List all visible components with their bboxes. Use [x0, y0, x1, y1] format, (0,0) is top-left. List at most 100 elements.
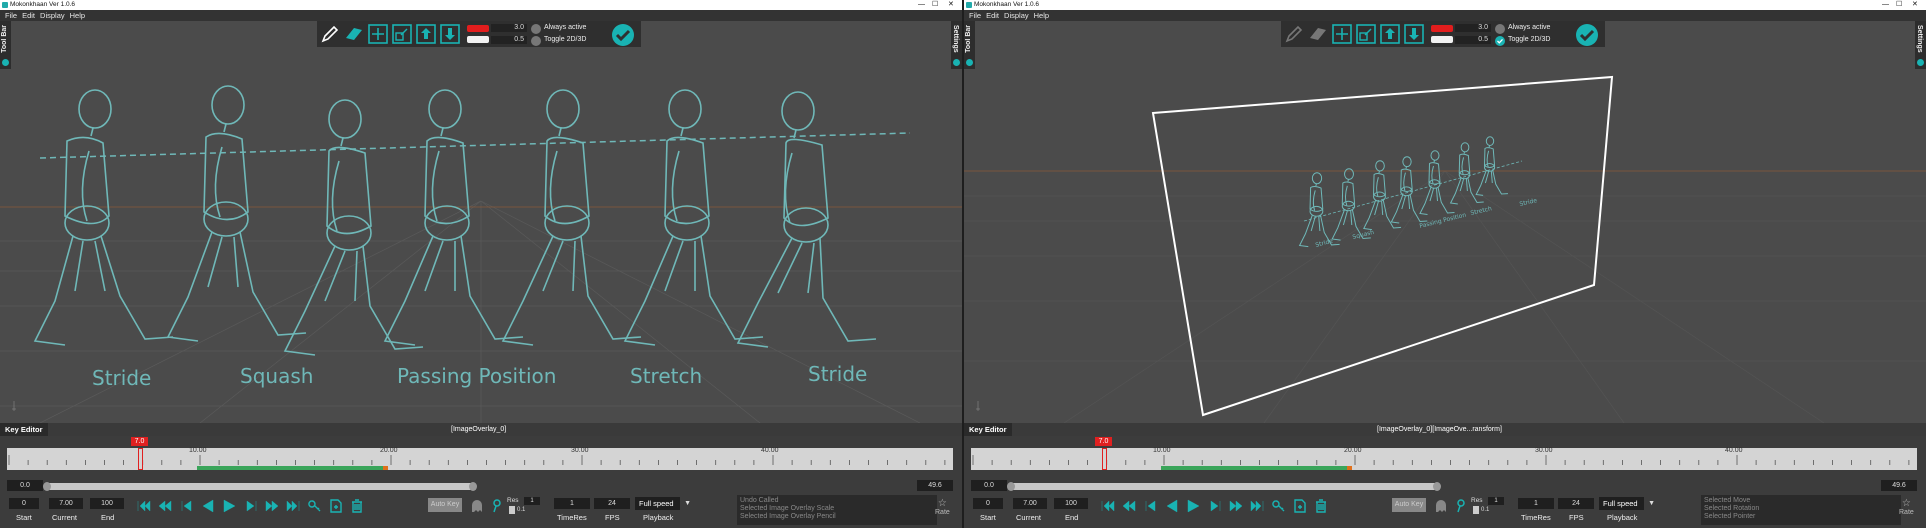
eraser-icon[interactable] [344, 24, 364, 44]
settings-side-tab[interactable]: Settings [951, 21, 962, 69]
key-editor-tab[interactable]: Key Editor [0, 423, 48, 436]
export-icon[interactable] [440, 24, 460, 44]
check-icon[interactable] [1575, 23, 1599, 47]
move-icon[interactable] [1332, 24, 1352, 44]
delete-icon[interactable] [1313, 498, 1329, 514]
next-key-icon[interactable] [264, 498, 280, 514]
res-stepper[interactable] [1473, 506, 1479, 514]
ghost-icon[interactable] [469, 498, 485, 514]
add-key-icon[interactable] [1292, 498, 1308, 514]
pin-icon[interactable] [966, 59, 973, 66]
key-icon[interactable] [306, 498, 322, 514]
view-range-slider[interactable] [1007, 482, 1441, 491]
range-start-field[interactable]: 0.0 [7, 480, 43, 491]
toggle-2d3d-checked-icon[interactable] [1495, 36, 1505, 46]
play-reverse-icon[interactable] [1164, 498, 1180, 514]
eraser-icon[interactable] [1308, 24, 1328, 44]
maximize-button[interactable]: ☐ [1896, 0, 1902, 10]
brush-size-slider[interactable] [1431, 25, 1453, 32]
minimize-button[interactable]: — [918, 0, 925, 10]
add-key-icon[interactable] [328, 498, 344, 514]
play-icon[interactable] [221, 498, 237, 514]
menu-display[interactable]: Display [35, 10, 65, 21]
timeres-field[interactable]: 1 [1518, 498, 1554, 509]
scale-icon[interactable] [1356, 24, 1376, 44]
skip-end-icon[interactable] [285, 498, 301, 514]
step-back-icon[interactable] [1143, 498, 1159, 514]
always-active-toggle[interactable] [1495, 24, 1505, 34]
image-overlay-plane[interactable] [1151, 75, 1614, 417]
playback-dropdown[interactable]: Full speed ▼ [635, 497, 691, 510]
auto-key-button[interactable]: Auto Key [1392, 498, 1426, 512]
step-back-icon[interactable] [179, 498, 195, 514]
pin-icon[interactable] [1917, 59, 1924, 66]
range-end-field[interactable]: 49.6 [917, 480, 953, 491]
skip-end-icon[interactable] [1249, 498, 1265, 514]
range-end-field[interactable]: 49.6 [1881, 480, 1917, 491]
playhead[interactable] [138, 448, 143, 470]
delete-icon[interactable] [349, 498, 365, 514]
range-handle-right[interactable] [1433, 482, 1441, 491]
start-field[interactable]: 0 [9, 498, 39, 509]
minimize-button[interactable]: — [1882, 0, 1889, 10]
pin-icon[interactable] [2, 59, 9, 66]
toolbar-side-tab[interactable]: Tool Bar [0, 21, 11, 69]
playhead[interactable] [1102, 448, 1107, 470]
3d-viewport[interactable]: Stride Squash Passing Position Stretch Strid… [964, 21, 1926, 423]
end-field[interactable]: 100 [90, 498, 124, 509]
key-icon[interactable] [1270, 498, 1286, 514]
menu-file[interactable]: File [964, 10, 981, 21]
pencil-icon[interactable] [320, 24, 340, 44]
menu-help[interactable]: Help [65, 10, 85, 21]
check-icon[interactable] [611, 23, 635, 47]
menu-edit[interactable]: Edit [981, 10, 999, 21]
always-active-toggle[interactable] [531, 24, 541, 34]
menu-edit[interactable]: Edit [17, 10, 35, 21]
end-field[interactable]: 100 [1054, 498, 1088, 509]
step-forward-icon[interactable] [243, 498, 259, 514]
prev-key-icon[interactable] [157, 498, 173, 514]
fps-field[interactable]: 24 [594, 498, 630, 509]
pin-icon[interactable] [953, 59, 960, 66]
next-key-icon[interactable] [1228, 498, 1244, 514]
toolbar-side-tab[interactable]: Tool Bar [964, 21, 975, 69]
close-button[interactable]: ✕ [1912, 0, 1918, 10]
step-forward-icon[interactable] [1207, 498, 1223, 514]
ghost-icon[interactable] [1433, 498, 1449, 514]
auto-key-button[interactable]: Auto Key [428, 498, 462, 512]
3d-viewport[interactable]: Stride Squash Passing Position Stretch Strid… [0, 21, 962, 423]
view-range-slider[interactable] [43, 482, 477, 491]
res-stepper[interactable] [509, 506, 515, 514]
opacity-slider[interactable] [1431, 36, 1453, 43]
menu-help[interactable]: Help [1029, 10, 1049, 21]
range-handle-left[interactable] [1007, 482, 1015, 491]
res-field[interactable]: 1 [524, 497, 540, 505]
toggle-2d3d-toggle[interactable] [531, 36, 541, 46]
current-field[interactable]: 7.00 [49, 498, 83, 509]
import-icon[interactable] [416, 24, 436, 44]
range-handle-left[interactable] [43, 482, 51, 491]
opacity-value[interactable]: 0.5 [491, 36, 527, 44]
fps-field[interactable]: 24 [1558, 498, 1594, 509]
range-handle-right[interactable] [469, 482, 477, 491]
rate-button[interactable]: ☆ Rate [935, 498, 950, 516]
playback-dropdown[interactable]: Full speed ▼ [1599, 497, 1655, 510]
rate-button[interactable]: ☆ Rate [1899, 498, 1914, 516]
range-end-marker[interactable] [1347, 466, 1352, 470]
menu-display[interactable]: Display [999, 10, 1029, 21]
magnet-icon[interactable] [492, 498, 502, 514]
range-end-marker[interactable] [383, 466, 388, 470]
prev-key-icon[interactable] [1121, 498, 1137, 514]
brush-size-value[interactable]: 3.0 [1455, 24, 1491, 32]
timeline-ruler[interactable]: 10.00 20.00 30.00 40.00 [971, 447, 1917, 470]
skip-start-icon[interactable] [136, 498, 152, 514]
move-icon[interactable] [368, 24, 388, 44]
play-icon[interactable] [1185, 498, 1201, 514]
current-field[interactable]: 7.00 [1013, 498, 1047, 509]
start-field[interactable]: 0 [973, 498, 1003, 509]
import-icon[interactable] [1380, 24, 1400, 44]
res-field[interactable]: 1 [1488, 497, 1504, 505]
timeline-ruler[interactable]: 10.00 20.00 30.00 40.00 [7, 447, 953, 470]
opacity-value[interactable]: 0.5 [1455, 36, 1491, 44]
maximize-button[interactable]: ☐ [932, 0, 938, 10]
